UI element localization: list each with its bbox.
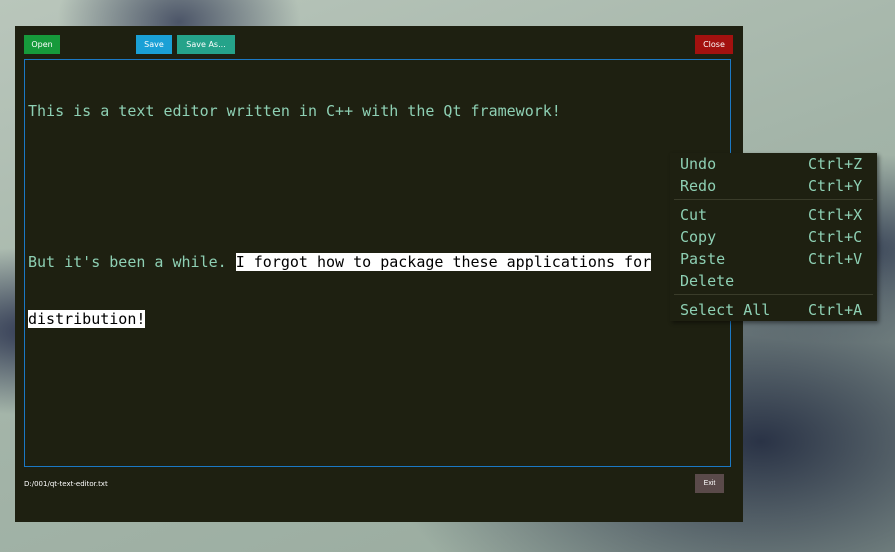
menu-item-label: Select All xyxy=(680,301,771,319)
context-menu: Undo Ctrl+Z Redo Ctrl+Y Cut Ctrl+X Copy … xyxy=(670,153,877,321)
menu-item-label: Paste xyxy=(680,250,726,268)
editor-line-1: This is a text editor written in C++ wit… xyxy=(28,102,561,120)
menu-item-label: Cut xyxy=(680,206,708,224)
menu-item-label: Copy xyxy=(680,228,717,246)
menu-item-shortcut: Ctrl+V xyxy=(808,250,863,268)
editor-text-plain: But it's been a while. xyxy=(28,253,236,271)
menu-item-shortcut: Ctrl+X xyxy=(808,206,863,224)
menu-item-label: Redo xyxy=(680,177,717,195)
menu-item-paste[interactable]: Paste Ctrl+V xyxy=(670,248,877,270)
menu-item-shortcut: Ctrl+Z xyxy=(808,155,863,173)
menu-item-shortcut: Ctrl+C xyxy=(808,228,863,246)
menu-item-copy[interactable]: Copy Ctrl+C xyxy=(670,226,877,248)
editor-selection-1: I forgot how to package these applicatio… xyxy=(235,253,652,271)
save-button[interactable]: Save xyxy=(136,35,172,54)
menu-item-shortcut: Ctrl+A xyxy=(808,301,863,319)
open-button[interactable]: Open xyxy=(24,35,60,54)
file-path-label: D:/001/qt-text-editor.txt xyxy=(24,480,108,488)
menu-item-label: Undo xyxy=(680,155,717,173)
editor-selection-2: distribution! xyxy=(28,310,146,328)
menu-separator xyxy=(674,294,873,295)
menu-item-redo[interactable]: Redo Ctrl+Y xyxy=(670,175,877,197)
editor-line-3: distribution! xyxy=(28,310,727,329)
menu-item-select-all[interactable]: Select All Ctrl+A xyxy=(670,299,877,321)
menu-item-shortcut: Ctrl+Y xyxy=(808,177,863,195)
menu-item-label: Delete xyxy=(680,272,735,290)
save-as-button[interactable]: Save As... xyxy=(177,35,235,54)
menu-item-delete[interactable]: Delete xyxy=(670,270,877,292)
menu-item-cut[interactable]: Cut Ctrl+X xyxy=(670,204,877,226)
menu-separator xyxy=(674,199,873,200)
menu-item-undo[interactable]: Undo Ctrl+Z xyxy=(670,153,877,175)
text-editor-window: Open Save Save As... Close This is a tex… xyxy=(15,26,743,522)
exit-button[interactable]: Exit xyxy=(695,474,724,493)
editor-line-2: But it's been a while. I forgot how to p… xyxy=(28,253,727,272)
close-button[interactable]: Close xyxy=(695,35,733,54)
text-editor-area[interactable]: This is a text editor written in C++ wit… xyxy=(24,59,731,467)
